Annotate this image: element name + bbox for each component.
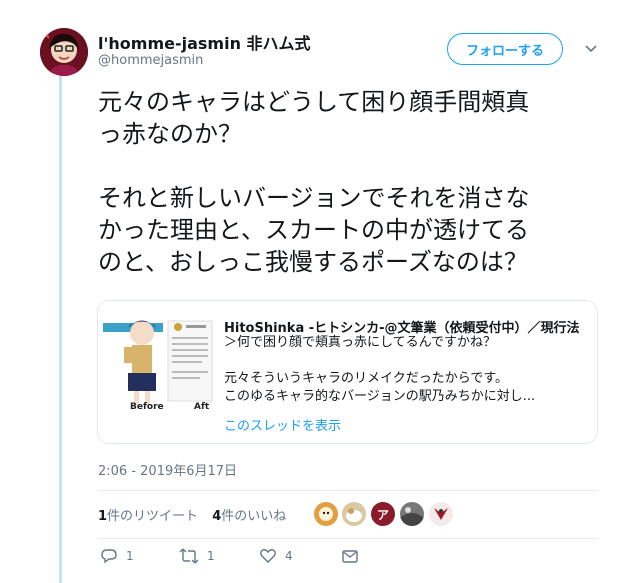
quoted-image-label-after: Aft xyxy=(194,402,210,412)
retweet-action[interactable]: 1 xyxy=(179,547,215,565)
tweet-stats: 1件のリツイート 4件のいいね xyxy=(98,505,286,524)
author-display-name[interactable]: l'homme-jasmin 非ハム式 xyxy=(98,30,311,54)
retweets-label: 件のリツイート xyxy=(107,509,199,524)
divider xyxy=(97,538,599,539)
liker-avatar[interactable] xyxy=(400,502,424,526)
show-thread-link[interactable]: このスレッドを表示 xyxy=(224,415,341,434)
heart-icon xyxy=(260,549,276,563)
reply-action[interactable]: 1 xyxy=(100,547,134,565)
quoted-tweet-image: Before Aft xyxy=(98,301,215,443)
retweet-count: 1 xyxy=(207,549,215,563)
reply-count: 1 xyxy=(126,549,134,563)
liker-avatar[interactable] xyxy=(429,502,453,526)
liker-avatar[interactable]: ア xyxy=(371,502,395,526)
likes-label: 件のいいね xyxy=(221,509,287,524)
reply-icon xyxy=(101,549,117,564)
chevron-down-icon[interactable] xyxy=(584,41,598,55)
divider xyxy=(97,490,599,491)
likes-count: 4 xyxy=(212,509,222,524)
quoted-image-label-before: Before xyxy=(130,402,164,412)
like-action[interactable]: 4 xyxy=(259,547,293,565)
thread-line xyxy=(59,76,62,583)
author-handle[interactable]: @hommejasmin xyxy=(98,53,203,68)
likes-stat[interactable]: 4件のいいね xyxy=(212,509,286,524)
like-count: 4 xyxy=(285,549,293,563)
liker-avatar[interactable] xyxy=(342,502,366,526)
quoted-tweet-line-2: 元々そういうキャラのリメイクだったからです。 xyxy=(224,371,509,386)
retweets-stat[interactable]: 1件のリツイート xyxy=(98,509,198,524)
retweets-count: 1 xyxy=(98,509,108,524)
envelope-icon xyxy=(342,550,358,563)
tweet-text: 元々のキャラはどうして困り顔手間頰真 っ赤なのか？ それと新しいバージョンでそれ… xyxy=(98,88,530,276)
svg-text:ア: ア xyxy=(377,508,389,522)
avatar[interactable] xyxy=(40,28,88,76)
retweet-icon xyxy=(179,548,199,564)
quoted-tweet-line-3: このゆるキャラ的なバージョンの駅乃みちかに対し... xyxy=(224,389,536,404)
quoted-tweet-line-1: ＞何で困り顔で頬真っ赤にしてるんですかね？ xyxy=(224,335,496,350)
follow-button[interactable]: フォローする xyxy=(447,33,563,65)
timestamp[interactable]: 2:06 - 2019年6月17日 xyxy=(98,460,237,479)
direct-message-action[interactable] xyxy=(341,547,359,565)
quoted-tweet-card[interactable]: Before Aft HitoShinka -ヒトシンカ-@文筆業（依頼受付中）… xyxy=(97,300,598,444)
liker-avatar[interactable] xyxy=(314,502,338,526)
